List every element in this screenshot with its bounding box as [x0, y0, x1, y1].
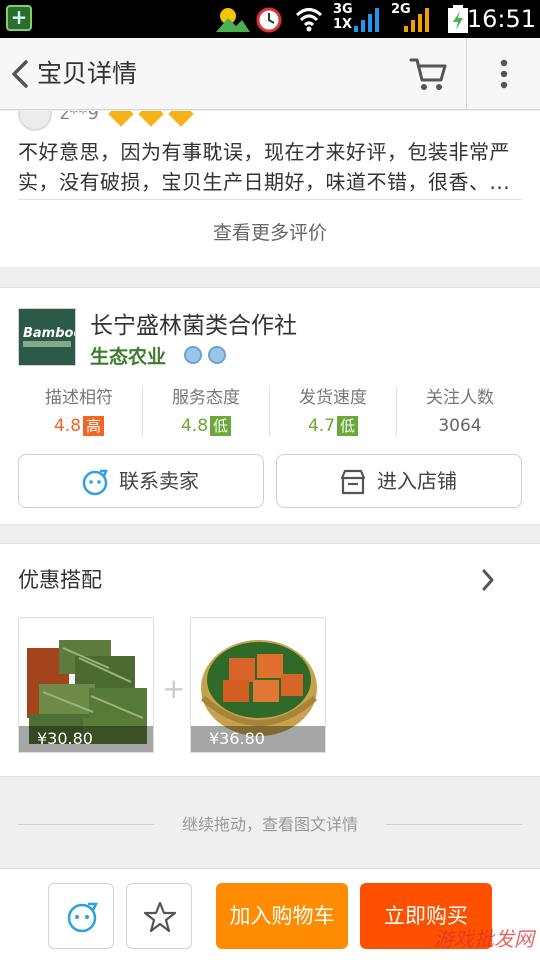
metric-shipping: 发货速度 4.7 低: [270, 378, 396, 438]
wifi-icon: [295, 8, 323, 32]
store-icon: [340, 469, 366, 495]
star-icon: [143, 901, 177, 933]
combo-price: ¥36.80: [191, 726, 325, 752]
metric-badge: 低: [337, 416, 359, 436]
metric-value-row: 4.8 高: [16, 414, 142, 438]
metric-value-row: 4.8 低: [143, 414, 269, 438]
shop-logo-decoration: [23, 341, 71, 347]
metric-badge: 低: [210, 416, 232, 436]
app-notification-icon: +: [6, 5, 32, 31]
shop-name[interactable]: 长宁盛林菌类合作社: [90, 306, 297, 340]
rank-diamond-icon: [138, 111, 164, 127]
combo-title[interactable]: 优惠搭配: [18, 564, 102, 594]
metric-value: 3064: [438, 416, 482, 436]
header-divider: [466, 38, 467, 110]
more-menu-icon[interactable]: [494, 58, 514, 90]
shop-logo[interactable]: Bamboo: [18, 308, 76, 366]
chat-face-icon: [67, 902, 99, 933]
back-arrow-icon[interactable]: [8, 58, 32, 90]
app-header: 宝贝详情: [0, 38, 540, 110]
rank-diamond-icon: [168, 111, 194, 127]
shop-card: Bamboo 长宁盛林菌类合作社 生态农业 描述相符 4.8高 服务态度 4.8…: [0, 287, 540, 525]
add-to-cart-button[interactable]: 加入购物车: [216, 883, 348, 949]
metric-service: 服务态度 4.8 低: [143, 378, 269, 438]
reviewer-avatar: [18, 111, 52, 131]
review-text: 不好意思，因为有事耽误，现在才来好评，包装非常严实，没有破损，宝贝生产日期好，味…: [18, 140, 511, 194]
shop-logo-text: Bamboo: [23, 326, 75, 341]
cart-icon[interactable]: [408, 56, 448, 92]
chat-button[interactable]: [48, 883, 114, 949]
status-bar: + 3G 1X 2G 16:51: [0, 0, 540, 38]
network-3g-label: 3G: [333, 2, 353, 17]
page-title: 宝贝详情: [37, 59, 138, 88]
favorite-button[interactable]: [126, 883, 192, 949]
divider: [386, 824, 522, 825]
weather-icon: [216, 8, 250, 32]
signal-2g-icon: [404, 8, 429, 32]
network-1x-label: 1X: [333, 17, 353, 32]
combo-product-2[interactable]: ¥36.80: [190, 617, 326, 753]
crown-rank-icon: [184, 346, 202, 364]
combo-card: 优惠搭配 ¥30.80 + ¥36.80: [0, 543, 540, 777]
metric-description: 描述相符 4.8 高: [16, 378, 142, 438]
combo-product-1[interactable]: ¥30.80: [18, 617, 154, 753]
contact-seller-button[interactable]: 联系卖家: [18, 454, 264, 508]
metric-value-row: 3064: [397, 414, 523, 438]
watermark: 游戏批发网: [434, 927, 534, 951]
continue-drag-hint: 继续拖动，查看图文详情: [0, 810, 540, 840]
continue-drag-text: 继续拖动，查看图文详情: [181, 815, 358, 834]
metric-label: 发货速度: [299, 388, 367, 408]
metric-badge: 高: [83, 416, 105, 436]
metric-value: 4.8: [53, 416, 82, 436]
review-card: z**9 不好意思，因为有事耽误，现在才来好评，包装非常严实，没有破损，宝贝生产…: [0, 111, 540, 267]
plus-sign: +: [162, 672, 186, 705]
metric-value-row: 4.7 低: [270, 414, 396, 438]
contact-seller-label: 联系卖家: [119, 469, 199, 493]
metric-value: 4.7: [307, 416, 336, 436]
enter-shop-label: 进入店铺: [377, 469, 457, 493]
chevron-right-icon[interactable]: [480, 568, 496, 592]
more-reviews-link[interactable]: 查看更多评价: [0, 199, 540, 267]
metric-label: 关注人数: [426, 388, 494, 408]
combo-price: ¥30.80: [19, 726, 153, 752]
shop-tag: 生态农业: [90, 346, 167, 368]
crown-rank-icon: [208, 346, 226, 364]
chat-face-icon: [82, 469, 108, 496]
bottom-action-bar: 加入购物车 立即购买 游戏批发网: [0, 868, 540, 960]
rank-diamond-icon: [108, 111, 134, 127]
reviewer-name: z**9: [60, 111, 99, 124]
alarm-icon: [256, 7, 282, 33]
signal-3g-icon: [354, 8, 379, 32]
metric-followers: 关注人数 3064: [397, 378, 523, 438]
metric-label: 描述相符: [45, 388, 113, 408]
clock: 16:51: [466, 5, 536, 33]
metric-label: 服务态度: [172, 388, 240, 408]
enter-shop-button[interactable]: 进入店铺: [276, 454, 522, 508]
metric-value: 4.8: [180, 416, 209, 436]
